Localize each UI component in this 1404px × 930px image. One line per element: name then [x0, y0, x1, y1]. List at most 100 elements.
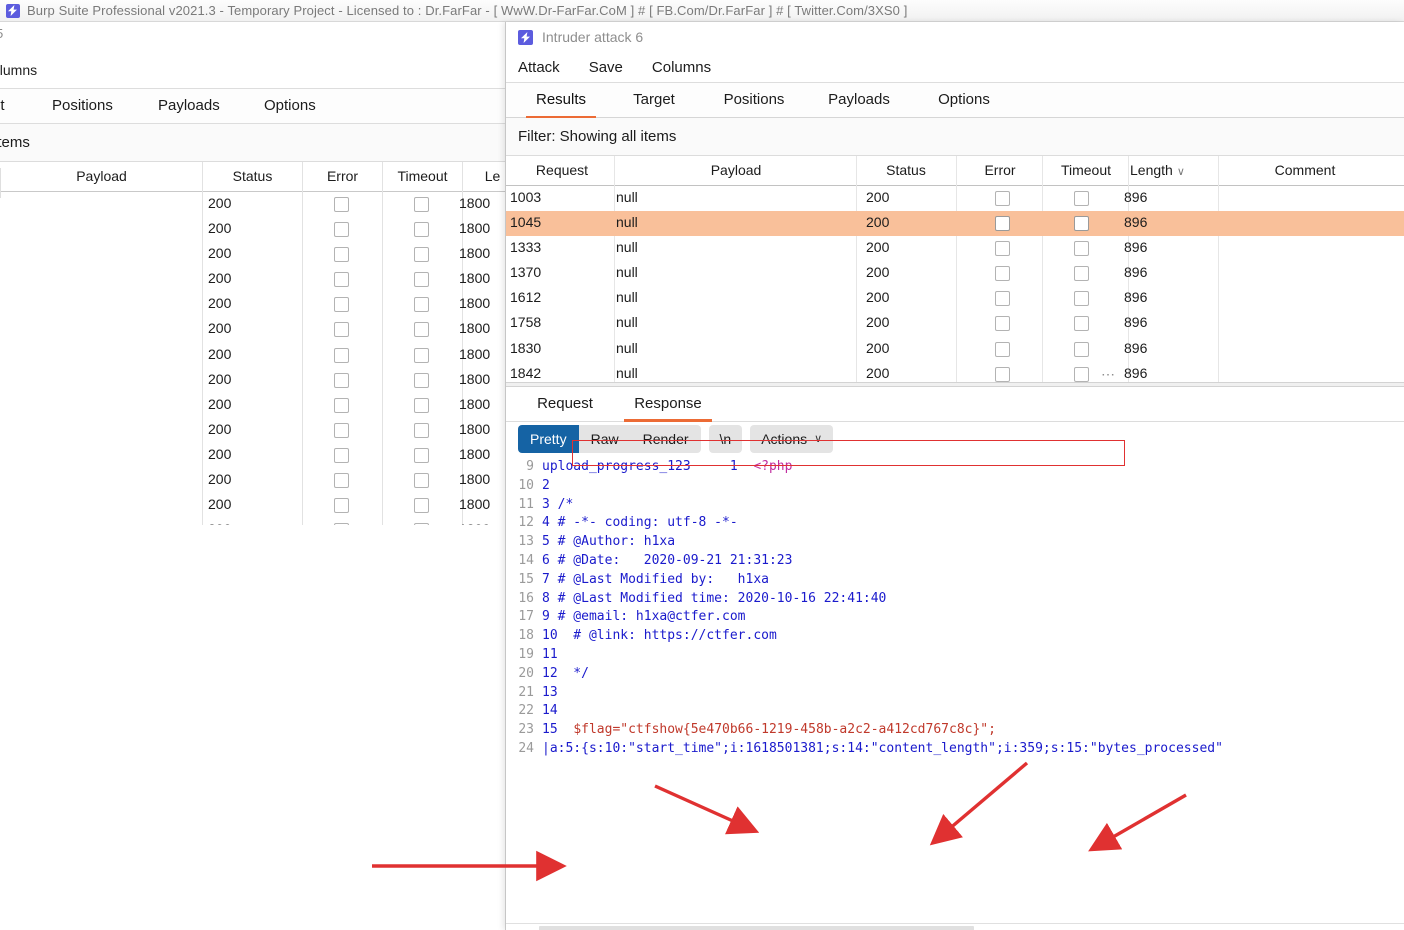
- table-row[interactable]: 200 1800: [0, 393, 505, 418]
- timeout-checkbox[interactable]: [1074, 216, 1089, 234]
- table-resize-handle[interactable]: ⋯: [1101, 366, 1116, 383]
- table-row[interactable]: 1045 null 200 896: [506, 211, 1404, 237]
- timeout-checkbox[interactable]: [1074, 191, 1089, 209]
- error-checkbox[interactable]: [995, 341, 1010, 360]
- background-table-body[interactable]: 200 1800 200 1800 200 1800 200 1800 200 1800 200 18…: [0, 192, 505, 525]
- menu-attack[interactable]: Attack: [518, 59, 560, 76]
- timeout-checkbox[interactable]: [414, 297, 429, 315]
- table-row[interactable]: 1612 null 200 896: [506, 286, 1404, 311]
- error-checkbox[interactable]: [334, 473, 349, 491]
- error-checkbox[interactable]: [334, 372, 349, 391]
- col-header-length[interactable]: Length ∨: [1130, 156, 1206, 185]
- timeout-checkbox[interactable]: [414, 422, 429, 441]
- col-header-status[interactable]: Status: [858, 156, 954, 185]
- table-row[interactable]: 200 1800: [0, 443, 505, 468]
- newline-toggle-button[interactable]: \n: [708, 425, 743, 453]
- tab-positions[interactable]: Positions: [704, 83, 804, 119]
- background-tab-payloads[interactable]: Payloads: [158, 97, 220, 114]
- error-checkbox[interactable]: [995, 291, 1010, 309]
- error-checkbox[interactable]: [334, 197, 349, 215]
- timeout-checkbox[interactable]: [414, 397, 429, 416]
- error-checkbox[interactable]: [995, 366, 1010, 382]
- attack-tabbar[interactable]: Results Target Positions Payloads Option…: [506, 82, 1404, 119]
- error-checkbox[interactable]: [334, 347, 349, 366]
- error-checkbox[interactable]: [334, 447, 349, 466]
- error-checkbox[interactable]: [334, 247, 349, 265]
- table-row[interactable]: 200 1800: [0, 267, 505, 292]
- view-mode-segmented-control[interactable]: Pretty Raw Render: [518, 425, 701, 453]
- view-mode-pretty[interactable]: Pretty: [518, 425, 579, 453]
- timeout-checkbox[interactable]: [414, 247, 429, 265]
- results-table-body[interactable]: 1003 null 200 896 1045 null 200 896 1333 null 200 8…: [506, 186, 1404, 382]
- error-checkbox[interactable]: [334, 523, 349, 525]
- timeout-checkbox[interactable]: [414, 222, 429, 240]
- table-row[interactable]: 200 1800: [0, 418, 505, 443]
- table-row[interactable]: 200 1800: [0, 468, 505, 493]
- error-checkbox[interactable]: [995, 191, 1010, 209]
- table-row[interactable]: 200 1800: [0, 317, 505, 342]
- col-header-payload[interactable]: Payload: [616, 156, 856, 185]
- timeout-checkbox[interactable]: [414, 523, 429, 525]
- error-checkbox[interactable]: [995, 316, 1010, 334]
- col-header-error[interactable]: Error: [958, 156, 1042, 185]
- menu-columns[interactable]: Columns: [652, 59, 711, 76]
- menu-save[interactable]: Save: [589, 59, 623, 76]
- error-checkbox[interactable]: [334, 498, 349, 516]
- scrollbar-thumb[interactable]: [539, 926, 974, 930]
- timeout-checkbox[interactable]: [414, 473, 429, 491]
- attack-menubar[interactable]: Attack Save Columns: [506, 52, 1404, 82]
- timeout-checkbox[interactable]: [414, 447, 429, 466]
- results-filter-bar[interactable]: Filter: Showing all items: [506, 118, 1404, 156]
- view-mode-raw[interactable]: Raw: [578, 425, 631, 453]
- message-view-toolbar[interactable]: Pretty Raw Render \n Actions ∨: [518, 425, 841, 453]
- chevron-down-icon[interactable]: ∨: [1177, 158, 1185, 187]
- error-checkbox[interactable]: [995, 266, 1010, 284]
- timeout-checkbox[interactable]: [414, 372, 429, 391]
- actions-button[interactable]: Actions ∨: [750, 425, 834, 453]
- error-checkbox[interactable]: [334, 422, 349, 441]
- timeout-checkbox[interactable]: [1074, 291, 1089, 309]
- error-checkbox[interactable]: [334, 322, 349, 340]
- timeout-checkbox[interactable]: [414, 498, 429, 516]
- intruder-attack-window[interactable]: Intruder attack 6 Attack Save Columns Re…: [505, 22, 1404, 930]
- table-row[interactable]: 200 1800: [0, 368, 505, 393]
- error-checkbox[interactable]: [334, 297, 349, 315]
- table-row[interactable]: 1830 null 200 896: [506, 337, 1404, 362]
- error-checkbox[interactable]: [334, 397, 349, 416]
- timeout-checkbox[interactable]: [414, 347, 429, 366]
- table-row[interactable]: 200 1800: [0, 192, 505, 217]
- timeout-checkbox[interactable]: [414, 197, 429, 215]
- view-mode-render[interactable]: Render: [630, 425, 701, 453]
- background-menu-columns[interactable]: olumns: [0, 62, 37, 78]
- timeout-checkbox[interactable]: [1074, 241, 1089, 259]
- error-checkbox[interactable]: [995, 241, 1010, 259]
- table-row[interactable]: 1842 null 200 896: [506, 362, 1404, 382]
- table-row[interactable]: 1003 null 200 896: [506, 186, 1404, 211]
- message-tabbar[interactable]: Request Response: [506, 387, 1404, 422]
- tab-request[interactable]: Request: [520, 387, 610, 422]
- tab-response[interactable]: Response: [618, 387, 718, 422]
- table-row[interactable]: 200 1800: [0, 343, 505, 368]
- table-row[interactable]: 1370 null 200 896: [506, 261, 1404, 286]
- timeout-checkbox[interactable]: [1074, 266, 1089, 284]
- table-row[interactable]: 200 1800: [0, 518, 505, 525]
- tab-payloads[interactable]: Payloads: [810, 83, 908, 119]
- tab-target[interactable]: Target: [614, 83, 694, 119]
- background-tab-positions[interactable]: Positions: [52, 97, 113, 114]
- tab-results[interactable]: Results: [518, 83, 604, 119]
- table-row[interactable]: 200 1800: [0, 217, 505, 242]
- timeout-checkbox[interactable]: [1074, 366, 1089, 382]
- error-checkbox[interactable]: [995, 216, 1010, 234]
- table-row[interactable]: 200 1800: [0, 493, 505, 518]
- col-header-request[interactable]: Request: [510, 156, 614, 185]
- col-header-comment[interactable]: Comment: [1210, 156, 1400, 185]
- table-row[interactable]: 1333 null 200 896: [506, 236, 1404, 261]
- background-tab-target[interactable]: et: [0, 97, 5, 114]
- timeout-checkbox[interactable]: [1074, 341, 1089, 360]
- timeout-checkbox[interactable]: [414, 322, 429, 340]
- timeout-checkbox[interactable]: [414, 272, 429, 290]
- response-code-viewer[interactable]: 9 upload_progress_123 1 <?php 10 2 11 3 /* 12 4…: [506, 459, 1404, 923]
- error-checkbox[interactable]: [334, 222, 349, 240]
- timeout-checkbox[interactable]: [1074, 316, 1089, 334]
- background-tabbar[interactable]: et Positions Payloads Options: [0, 88, 505, 124]
